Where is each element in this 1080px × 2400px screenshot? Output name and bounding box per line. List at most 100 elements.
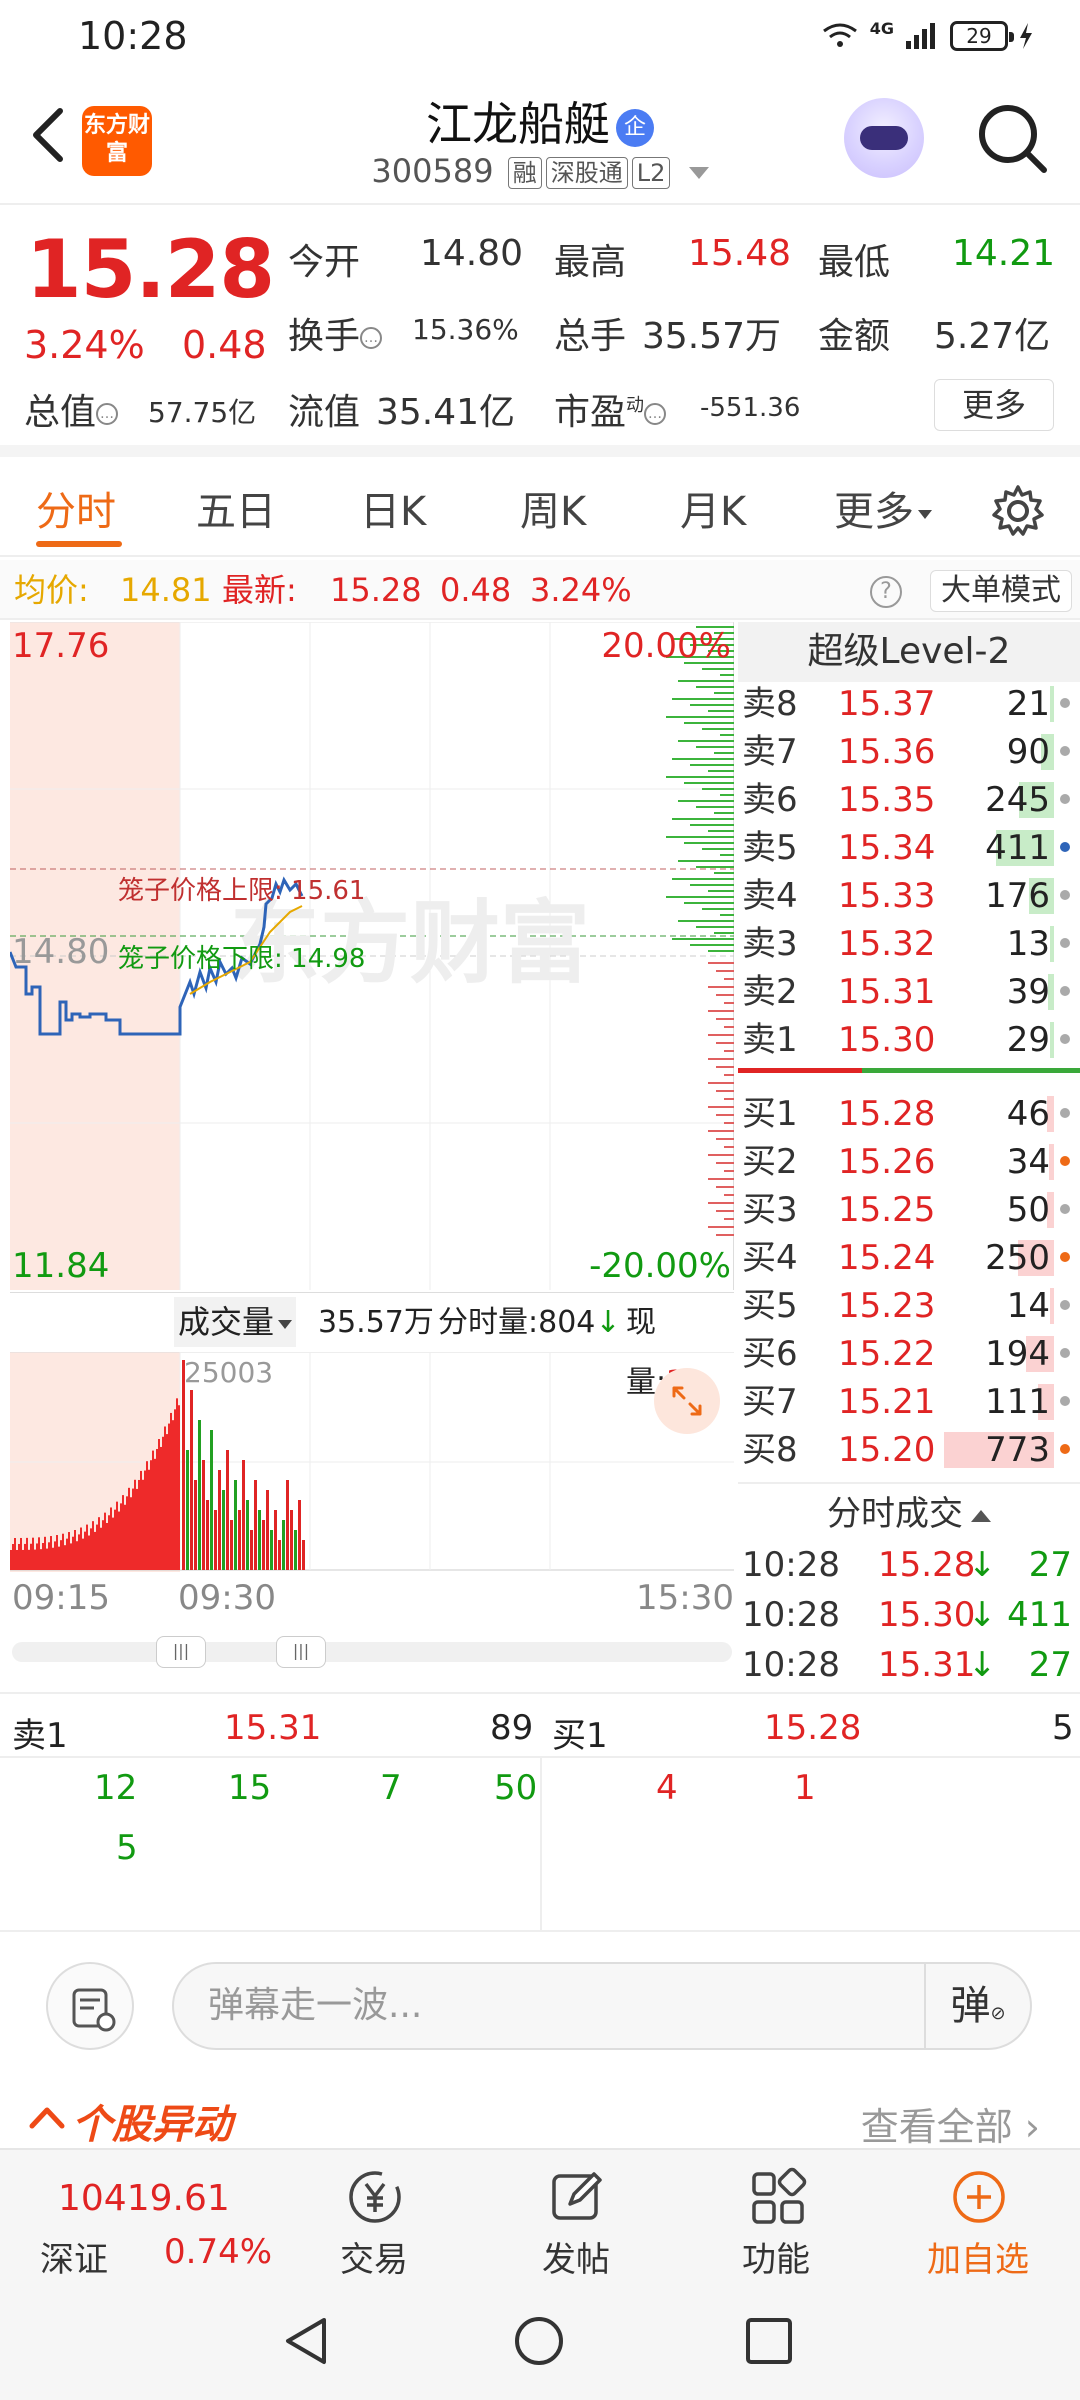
ask-level-row[interactable]: 卖5 15.34 411	[738, 824, 1080, 872]
ask-ladder-bar	[684, 842, 734, 844]
volume-bar	[246, 1500, 249, 1570]
more-quote-button[interactable]: 更多	[934, 379, 1054, 431]
bid-level-row[interactable]: 买5 15.23 14	[738, 1282, 1080, 1330]
search-button[interactable]	[972, 98, 1052, 178]
barrage-toggle-button[interactable]: 弹⊘	[924, 1964, 1030, 2048]
nav-add-watchlist[interactable]: 加自选	[878, 2150, 1078, 2284]
ask-bid-divider-green	[862, 1068, 1080, 1073]
tab-more[interactable]: 更多	[834, 479, 932, 537]
chevron-up-icon	[29, 2107, 65, 2129]
time-label-close: 15:30	[636, 1578, 734, 1618]
settings-gear-icon[interactable]	[990, 483, 1046, 539]
assistant-robot-icon[interactable]	[844, 98, 924, 178]
auction-volume-bar	[156, 1448, 158, 1570]
auction-volume-bar	[178, 1405, 180, 1570]
ask-ladder-bar	[720, 734, 734, 736]
ask-level-row[interactable]: 卖4 15.33 176	[738, 872, 1080, 920]
volume-bar	[206, 1500, 209, 1570]
ask-volume-bar	[1050, 1022, 1054, 1058]
nav-index-ticker[interactable]: 10419.61 深证 0.74%	[16, 2150, 272, 2284]
ask-ladder-bar	[720, 854, 734, 856]
nav-functions[interactable]: 功能	[676, 2150, 876, 2284]
barrage-settings-button[interactable]	[46, 1962, 134, 2050]
bid-volume-bar	[1050, 1288, 1054, 1324]
info-icon[interactable]: …	[644, 403, 667, 425]
y-axis-mid: 14.80	[12, 932, 110, 972]
ask-level-label: 卖6	[742, 780, 798, 820]
bid-level-row[interactable]: 买4 15.24 250	[738, 1234, 1080, 1282]
ask-level-row[interactable]: 卖2 15.31 39	[738, 968, 1080, 1016]
ask-level-row[interactable]: 卖3 15.32 13	[738, 920, 1080, 968]
bid-level-row[interactable]: 买2 15.26 34	[738, 1138, 1080, 1186]
bid-ladder-bar	[716, 1162, 734, 1164]
ask-ladder-bar	[714, 812, 734, 814]
range-handle-left[interactable]: |||	[156, 1636, 206, 1668]
system-home-icon[interactable]	[512, 2314, 566, 2368]
big-order-mode-button[interactable]: 大单模式	[930, 570, 1072, 612]
auction-volume-bar	[136, 1488, 138, 1570]
range-scrollbar[interactable]: ||| |||	[12, 1636, 732, 1668]
volume-bar	[290, 1510, 293, 1570]
range-handle-right[interactable]: |||	[276, 1636, 326, 1668]
low-label: 最低	[818, 242, 891, 283]
ask-ladder-bar	[678, 800, 734, 802]
auction-volume-bar	[28, 1549, 30, 1570]
ask-level-volume: 176	[985, 876, 1050, 916]
bid-ladder-bar	[708, 986, 734, 988]
volume-bar	[282, 1520, 285, 1570]
auction-volume-bar	[92, 1521, 94, 1570]
tab-intraday[interactable]: 分时	[36, 479, 116, 537]
last-price: 15.28	[26, 223, 275, 316]
volume-bar	[214, 1510, 217, 1570]
bid-ladder-bar	[724, 1170, 734, 1172]
bid-level-row[interactable]: 买7 15.21 111	[738, 1378, 1080, 1426]
ask-level-row[interactable]: 卖7 15.36 90	[738, 728, 1080, 776]
volume-bar	[302, 1540, 305, 1570]
info-icon[interactable]: …	[360, 327, 383, 349]
tab-monthly-k[interactable]: 月K	[680, 479, 746, 537]
nav-post[interactable]: 发帖	[476, 2150, 676, 2284]
ask-level-row[interactable]: 卖8 15.37 21	[738, 680, 1080, 728]
bid-level-row[interactable]: 买8 15.20 773	[738, 1426, 1080, 1474]
volume-chart[interactable]: 25003	[10, 1351, 734, 1572]
search-icon	[979, 105, 1047, 173]
order-book-title[interactable]: 超级Level-2	[738, 622, 1080, 682]
tick-time: 10:28	[742, 1595, 840, 1635]
volume-indicator-select[interactable]: 成交量	[174, 1297, 297, 1347]
volume-bar	[242, 1460, 245, 1570]
ask-ladder-bar	[702, 728, 734, 730]
volume-bar	[262, 1520, 265, 1570]
system-recents-icon[interactable]	[742, 2314, 796, 2368]
ask-ladder-bar	[708, 830, 734, 832]
bid-ladder-bar	[724, 1122, 734, 1124]
intraday-chart[interactable]: 东方财富 17.76 14.80 11.84 20.00% -20.00% 笼子…	[8, 621, 734, 1290]
info-icon[interactable]: …	[96, 403, 119, 425]
time-sales-header[interactable]: 分时成交	[738, 1482, 1080, 1542]
auction-volume-bar	[176, 1398, 178, 1570]
volume-peak-label: 25003	[184, 1356, 274, 1389]
bid-level-row[interactable]: 买6 15.22 194	[738, 1330, 1080, 1378]
volume-header: 成交量 35.57万 分时量:804↓ 现量:32	[10, 1292, 734, 1400]
auction-volume-bar	[130, 1497, 132, 1570]
bid-ladder-bar	[724, 1002, 734, 1004]
barrage-input[interactable]: 弹幕走一波... 弹⊘	[172, 1962, 1032, 2050]
ask-level-row[interactable]: 卖6 15.35 245	[738, 776, 1080, 824]
volume-bar	[266, 1490, 269, 1570]
nav-trade[interactable]: 交易	[274, 2150, 474, 2284]
turnover-label: 换手…	[288, 307, 383, 359]
pe-label-text: 市盈	[554, 392, 627, 433]
help-icon[interactable]: ?	[870, 576, 902, 608]
ask-level-row[interactable]: 卖1 15.30 29	[738, 1016, 1080, 1064]
auction-volume-bar	[96, 1524, 98, 1570]
ask-level-price: 15.35	[838, 780, 936, 820]
bid-level-row[interactable]: 买3 15.25 50	[738, 1186, 1080, 1234]
bid-level-volume: 34	[1006, 1142, 1050, 1182]
tab-daily-k[interactable]: 日K	[360, 479, 426, 537]
tab-weekly-k[interactable]: 周K	[520, 479, 586, 537]
expand-button[interactable]	[654, 1368, 720, 1434]
volume-bar	[222, 1490, 225, 1570]
bid-level-row[interactable]: 买1 15.28 46	[738, 1090, 1080, 1138]
system-back-icon[interactable]	[280, 2314, 334, 2368]
view-all-link[interactable]: 查看全部 ›	[861, 2096, 1040, 2151]
tab-5day[interactable]: 五日	[196, 479, 276, 537]
